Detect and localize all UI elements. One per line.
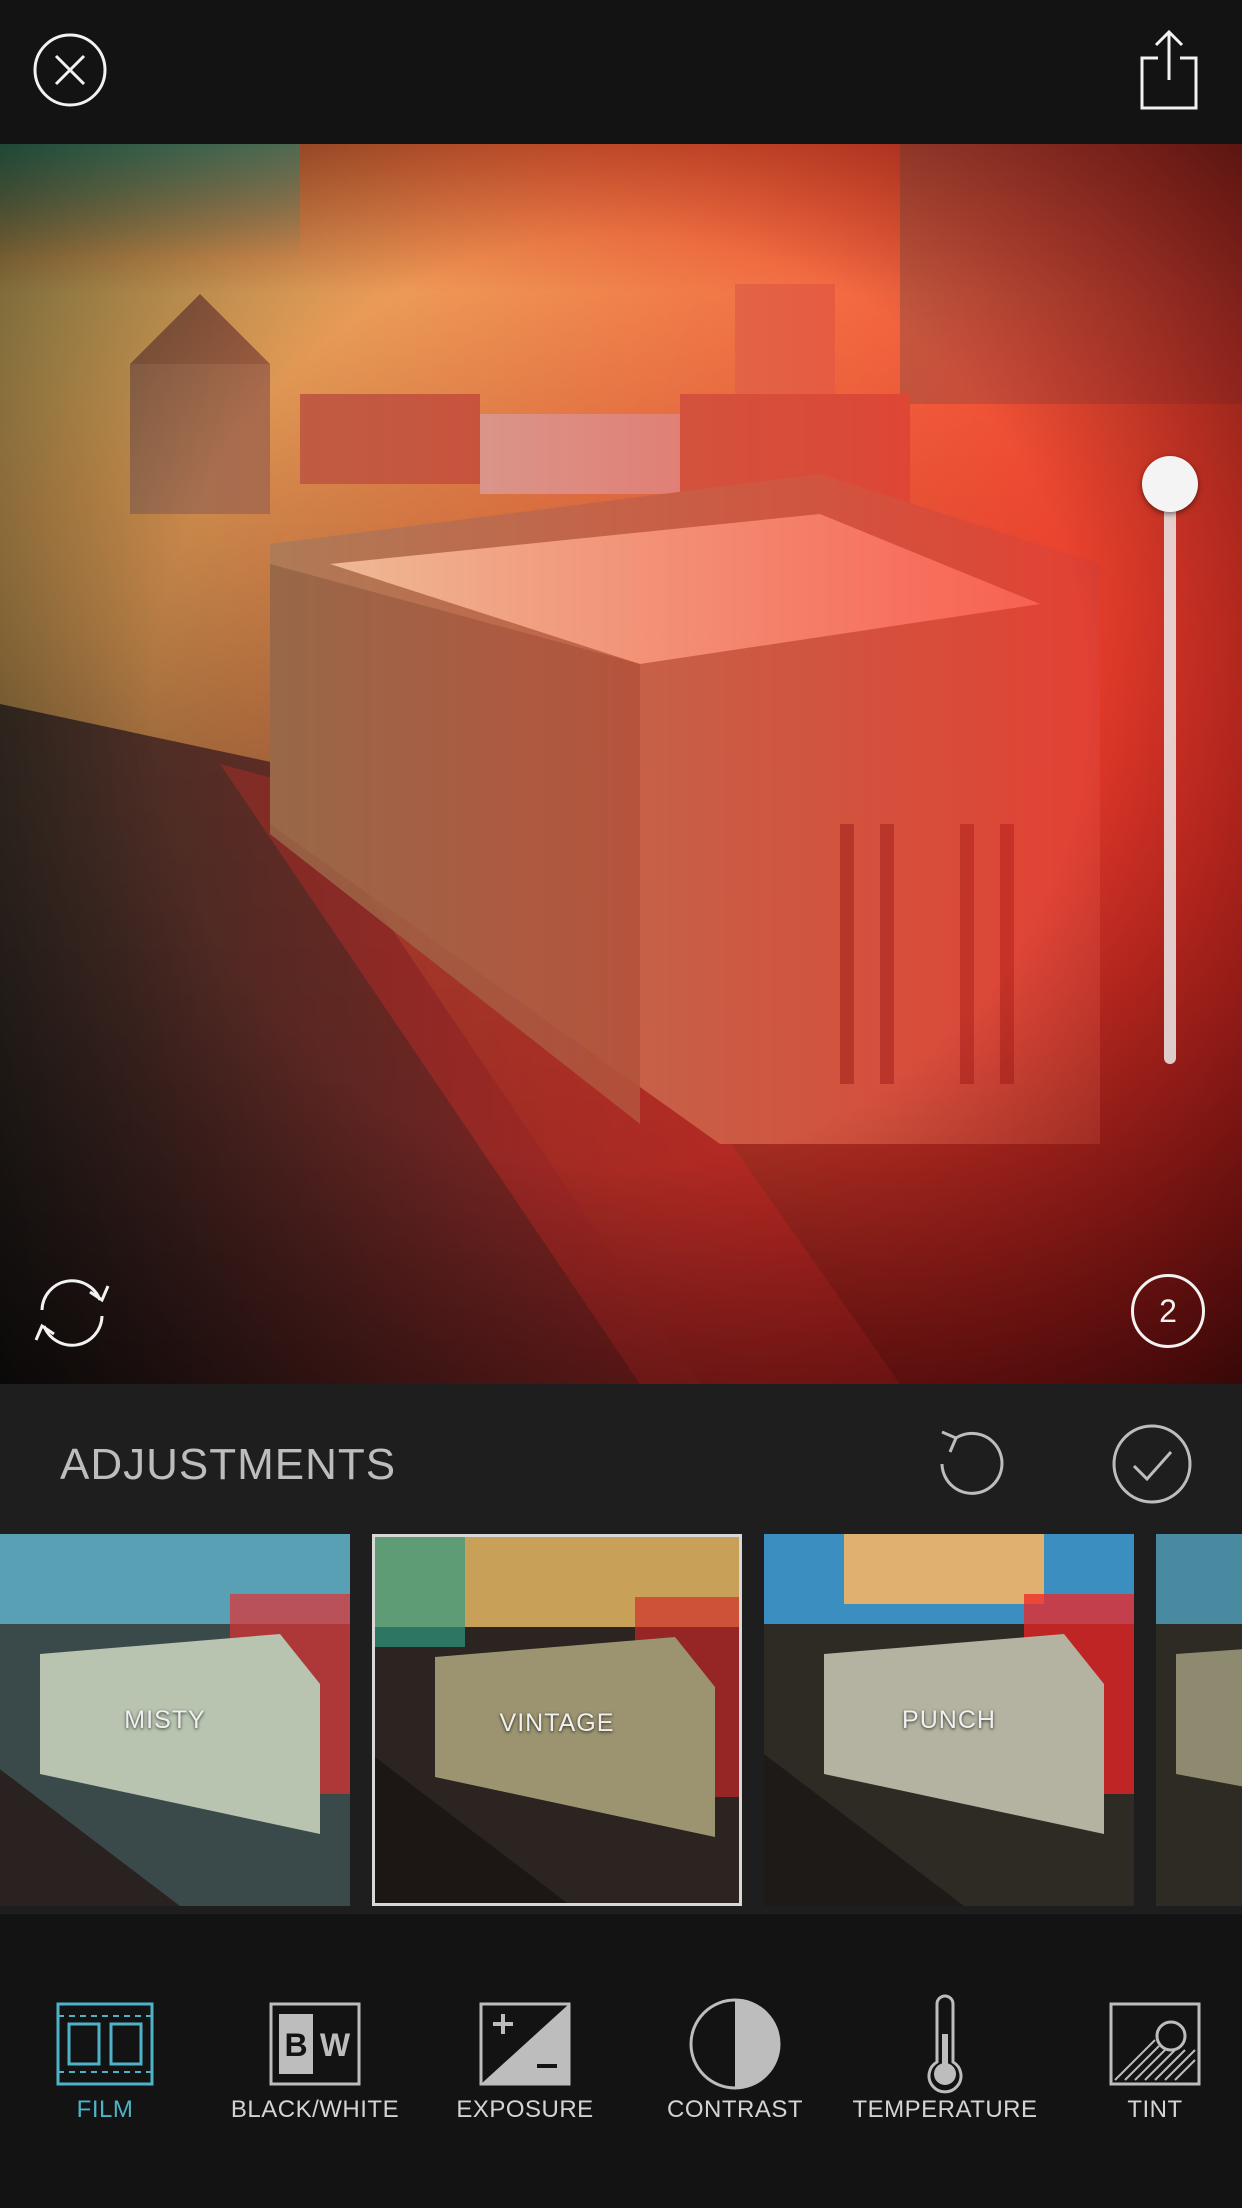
contrast-icon <box>689 1998 781 2090</box>
tool-label: TINT <box>1127 2096 1183 2123</box>
top-bar <box>0 0 1242 144</box>
filter-thumb-vintage[interactable]: VINTAGE <box>372 1534 742 1906</box>
filter-label: VINTAGE <box>499 1709 615 1737</box>
tool-film[interactable]: FILM <box>0 1994 210 2144</box>
filter-preview-image <box>1156 1534 1242 1906</box>
tool-label: TEMPERATURE <box>852 2096 1038 2123</box>
tool-temperature[interactable]: TEMPERATURE <box>840 1994 1050 2144</box>
image-count-badge[interactable]: 2 <box>1131 1274 1205 1348</box>
tool-label: FILM <box>76 2096 134 2123</box>
tool-bar: FILM B W BLACK/WHITE EXPOSURE CONTRAST T… <box>0 1914 1242 2208</box>
filter-thumb-punch[interactable]: PUNCH <box>764 1534 1134 1906</box>
filter-label: PUNCH <box>902 1706 996 1734</box>
adjustments-header: ADJUSTMENTS <box>0 1384 1242 1534</box>
share-icon[interactable] <box>1136 28 1202 112</box>
tool-label: BLACK/WHITE <box>230 2096 400 2123</box>
edited-photo <box>0 144 1242 1384</box>
close-icon[interactable] <box>32 32 108 108</box>
adjustments-title: ADJUSTMENTS <box>60 1440 397 1489</box>
rotate-icon[interactable] <box>24 1270 120 1354</box>
tool-exposure[interactable]: EXPOSURE <box>420 1994 630 2144</box>
intensity-slider-track[interactable] <box>1164 484 1176 1064</box>
tool-label: EXPOSURE <box>456 2096 594 2123</box>
intensity-slider-thumb[interactable] <box>1142 456 1198 512</box>
filter-label: MISTY <box>124 1706 206 1734</box>
tool-contrast[interactable]: CONTRAST <box>630 1994 840 2144</box>
svg-text:W: W <box>320 2027 351 2063</box>
exposure-icon <box>479 2002 571 2086</box>
photo-preview[interactable]: 2 <box>0 144 1242 1384</box>
filter-thumb-next[interactable] <box>1156 1534 1242 1906</box>
thermometer-icon <box>927 1994 963 2094</box>
tool-label: CONTRAST <box>667 2096 803 2123</box>
apply-check-icon[interactable] <box>1110 1422 1194 1506</box>
tint-icon <box>1109 2002 1201 2086</box>
black-white-icon: B W <box>269 2002 361 2086</box>
filter-strip[interactable]: MISTY VINTAGE PUNCH <box>0 1534 1242 1914</box>
tool-black-white[interactable]: B W BLACK/WHITE <box>210 1994 420 2144</box>
tool-tint[interactable]: TINT <box>1050 1994 1242 2144</box>
svg-text:B: B <box>284 2027 307 2063</box>
film-icon <box>56 2002 154 2086</box>
reset-icon[interactable] <box>928 1422 1012 1506</box>
filter-thumb-misty[interactable]: MISTY <box>0 1534 350 1906</box>
